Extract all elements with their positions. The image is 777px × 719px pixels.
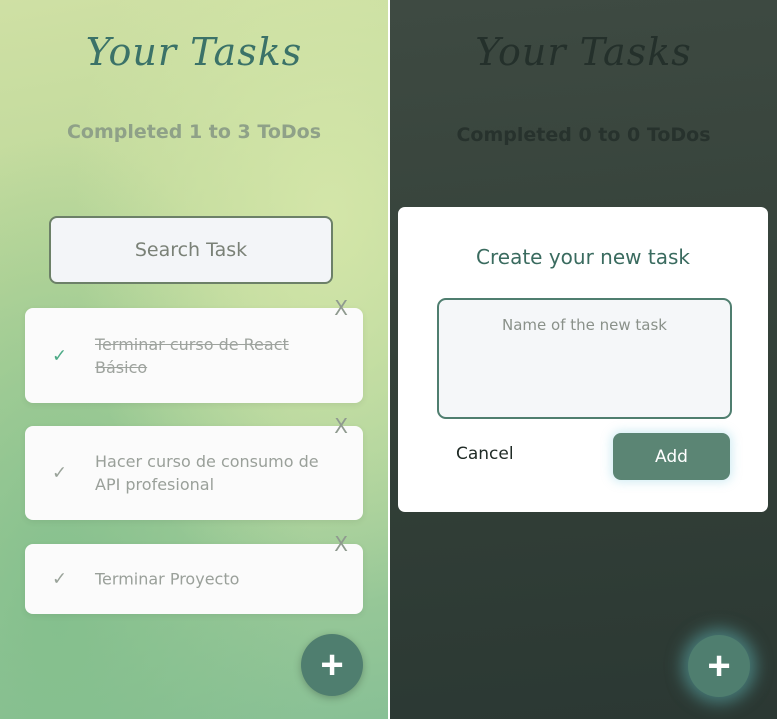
todo-text: Hacer curso de consumo de API profesiona… (95, 452, 319, 494)
todo-counter: Completed 1 to 3 ToDos (66, 121, 322, 143)
delete-icon[interactable]: X (334, 532, 348, 556)
todo-item: ✓ Hacer curso de consumo de API profesio… (25, 414, 363, 520)
new-task-input[interactable] (437, 298, 732, 419)
cancel-button[interactable]: Cancel (456, 439, 536, 469)
search-input[interactable] (49, 216, 333, 284)
check-icon[interactable]: ✓ (52, 569, 67, 590)
create-todo-button[interactable]: + (688, 635, 750, 697)
app-title: Your Tasks (475, 30, 692, 74)
check-icon[interactable]: ✓ (52, 345, 67, 366)
new-task-modal: Create your new task Cancel Add (398, 207, 768, 512)
check-icon[interactable]: ✓ (52, 463, 67, 484)
todo-text: Terminar Proyecto (95, 569, 240, 589)
right-screen: Your Tasks Completed 0 to 0 ToDos Create… (390, 0, 777, 719)
app-title: Your Tasks (85, 30, 303, 74)
todo-item: ✓ Terminar Proyecto X (25, 532, 363, 614)
todo-counter: Completed 0 to 0 ToDos (456, 124, 711, 146)
create-todo-button[interactable]: + (301, 634, 363, 696)
modal-title: Create your new task (476, 245, 690, 269)
todo-text: Terminar curso de React Básico (95, 334, 289, 377)
left-screen: Your Tasks Completed 1 to 3 ToDos ✓ Term… (0, 0, 388, 719)
todo-item: ✓ Terminar curso de React Básico X (25, 296, 363, 403)
delete-icon[interactable]: X (334, 296, 348, 320)
delete-icon[interactable]: X (334, 414, 348, 438)
add-button[interactable]: Add (613, 433, 730, 480)
